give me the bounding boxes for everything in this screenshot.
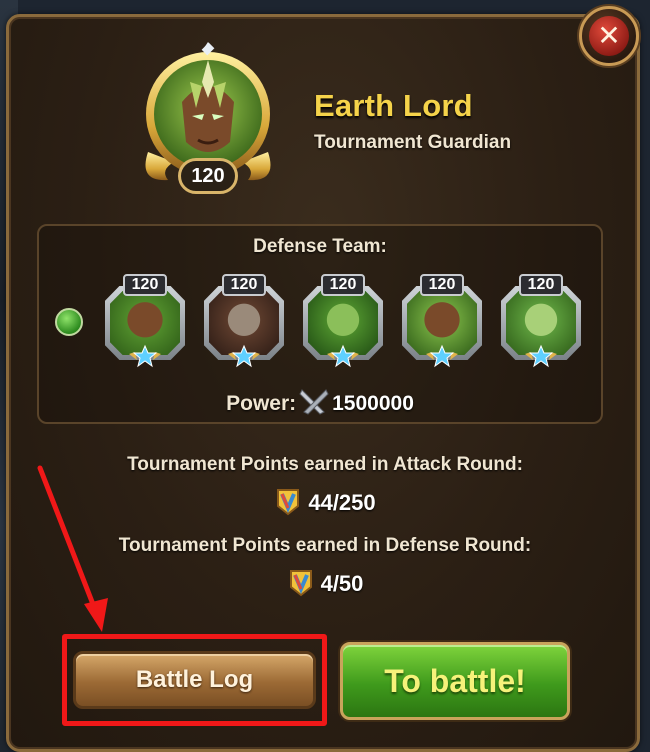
defense-hero-slot[interactable]: 120 <box>101 274 189 368</box>
defense-hero-slot[interactable]: 120 <box>299 274 387 368</box>
defense-points-value: 4/50 <box>320 571 364 596</box>
swords-icon <box>299 389 329 415</box>
power-value: 1500000 <box>332 392 414 415</box>
star-icon <box>426 344 458 368</box>
hero-portrait: 120 <box>138 42 278 197</box>
defense-hero-slot[interactable]: 120 <box>398 274 486 368</box>
attack-points-value: 44/250 <box>308 490 376 515</box>
defense-team-panel: Defense Team: 120 120 120 120 120 Power:… <box>37 224 603 424</box>
hero-level-badge: 120 <box>321 274 365 296</box>
hero-level-badge: 120 <box>178 158 238 194</box>
defense-points: 4/50 <box>0 569 650 597</box>
element-icon <box>55 308 83 336</box>
defense-hero-slot[interactable]: 120 <box>497 274 585 368</box>
to-battle-button[interactable]: To battle! <box>340 642 570 720</box>
defense-points-label: Tournament Points earned in Defense Roun… <box>118 535 532 556</box>
highlight-box <box>62 634 327 726</box>
hero-level-badge: 120 <box>222 274 266 296</box>
hero-level-badge: 120 <box>123 274 167 296</box>
hero-title: Tournament Guardian <box>314 132 512 153</box>
hero-level-badge: 120 <box>420 274 464 296</box>
power-label: Power: <box>226 392 297 415</box>
defense-team-label: Defense Team: <box>253 236 387 257</box>
attack-points-label: Tournament Points earned in Attack Round… <box>127 454 523 475</box>
hero-name: Earth Lord <box>314 88 473 123</box>
defense-hero-slot[interactable]: 120 <box>200 274 288 368</box>
star-icon <box>129 344 161 368</box>
attack-points: 44/250 <box>0 488 650 516</box>
close-button[interactable]: ✕ <box>579 6 639 66</box>
team-power: Power: 1500000 <box>39 388 601 416</box>
star-icon <box>228 344 260 368</box>
tournament-points-icon <box>289 570 312 597</box>
hero-level-badge: 120 <box>519 274 563 296</box>
tournament-points-icon <box>277 489 300 516</box>
close-icon: ✕ <box>589 16 629 56</box>
star-icon <box>327 344 359 368</box>
star-icon <box>525 344 557 368</box>
